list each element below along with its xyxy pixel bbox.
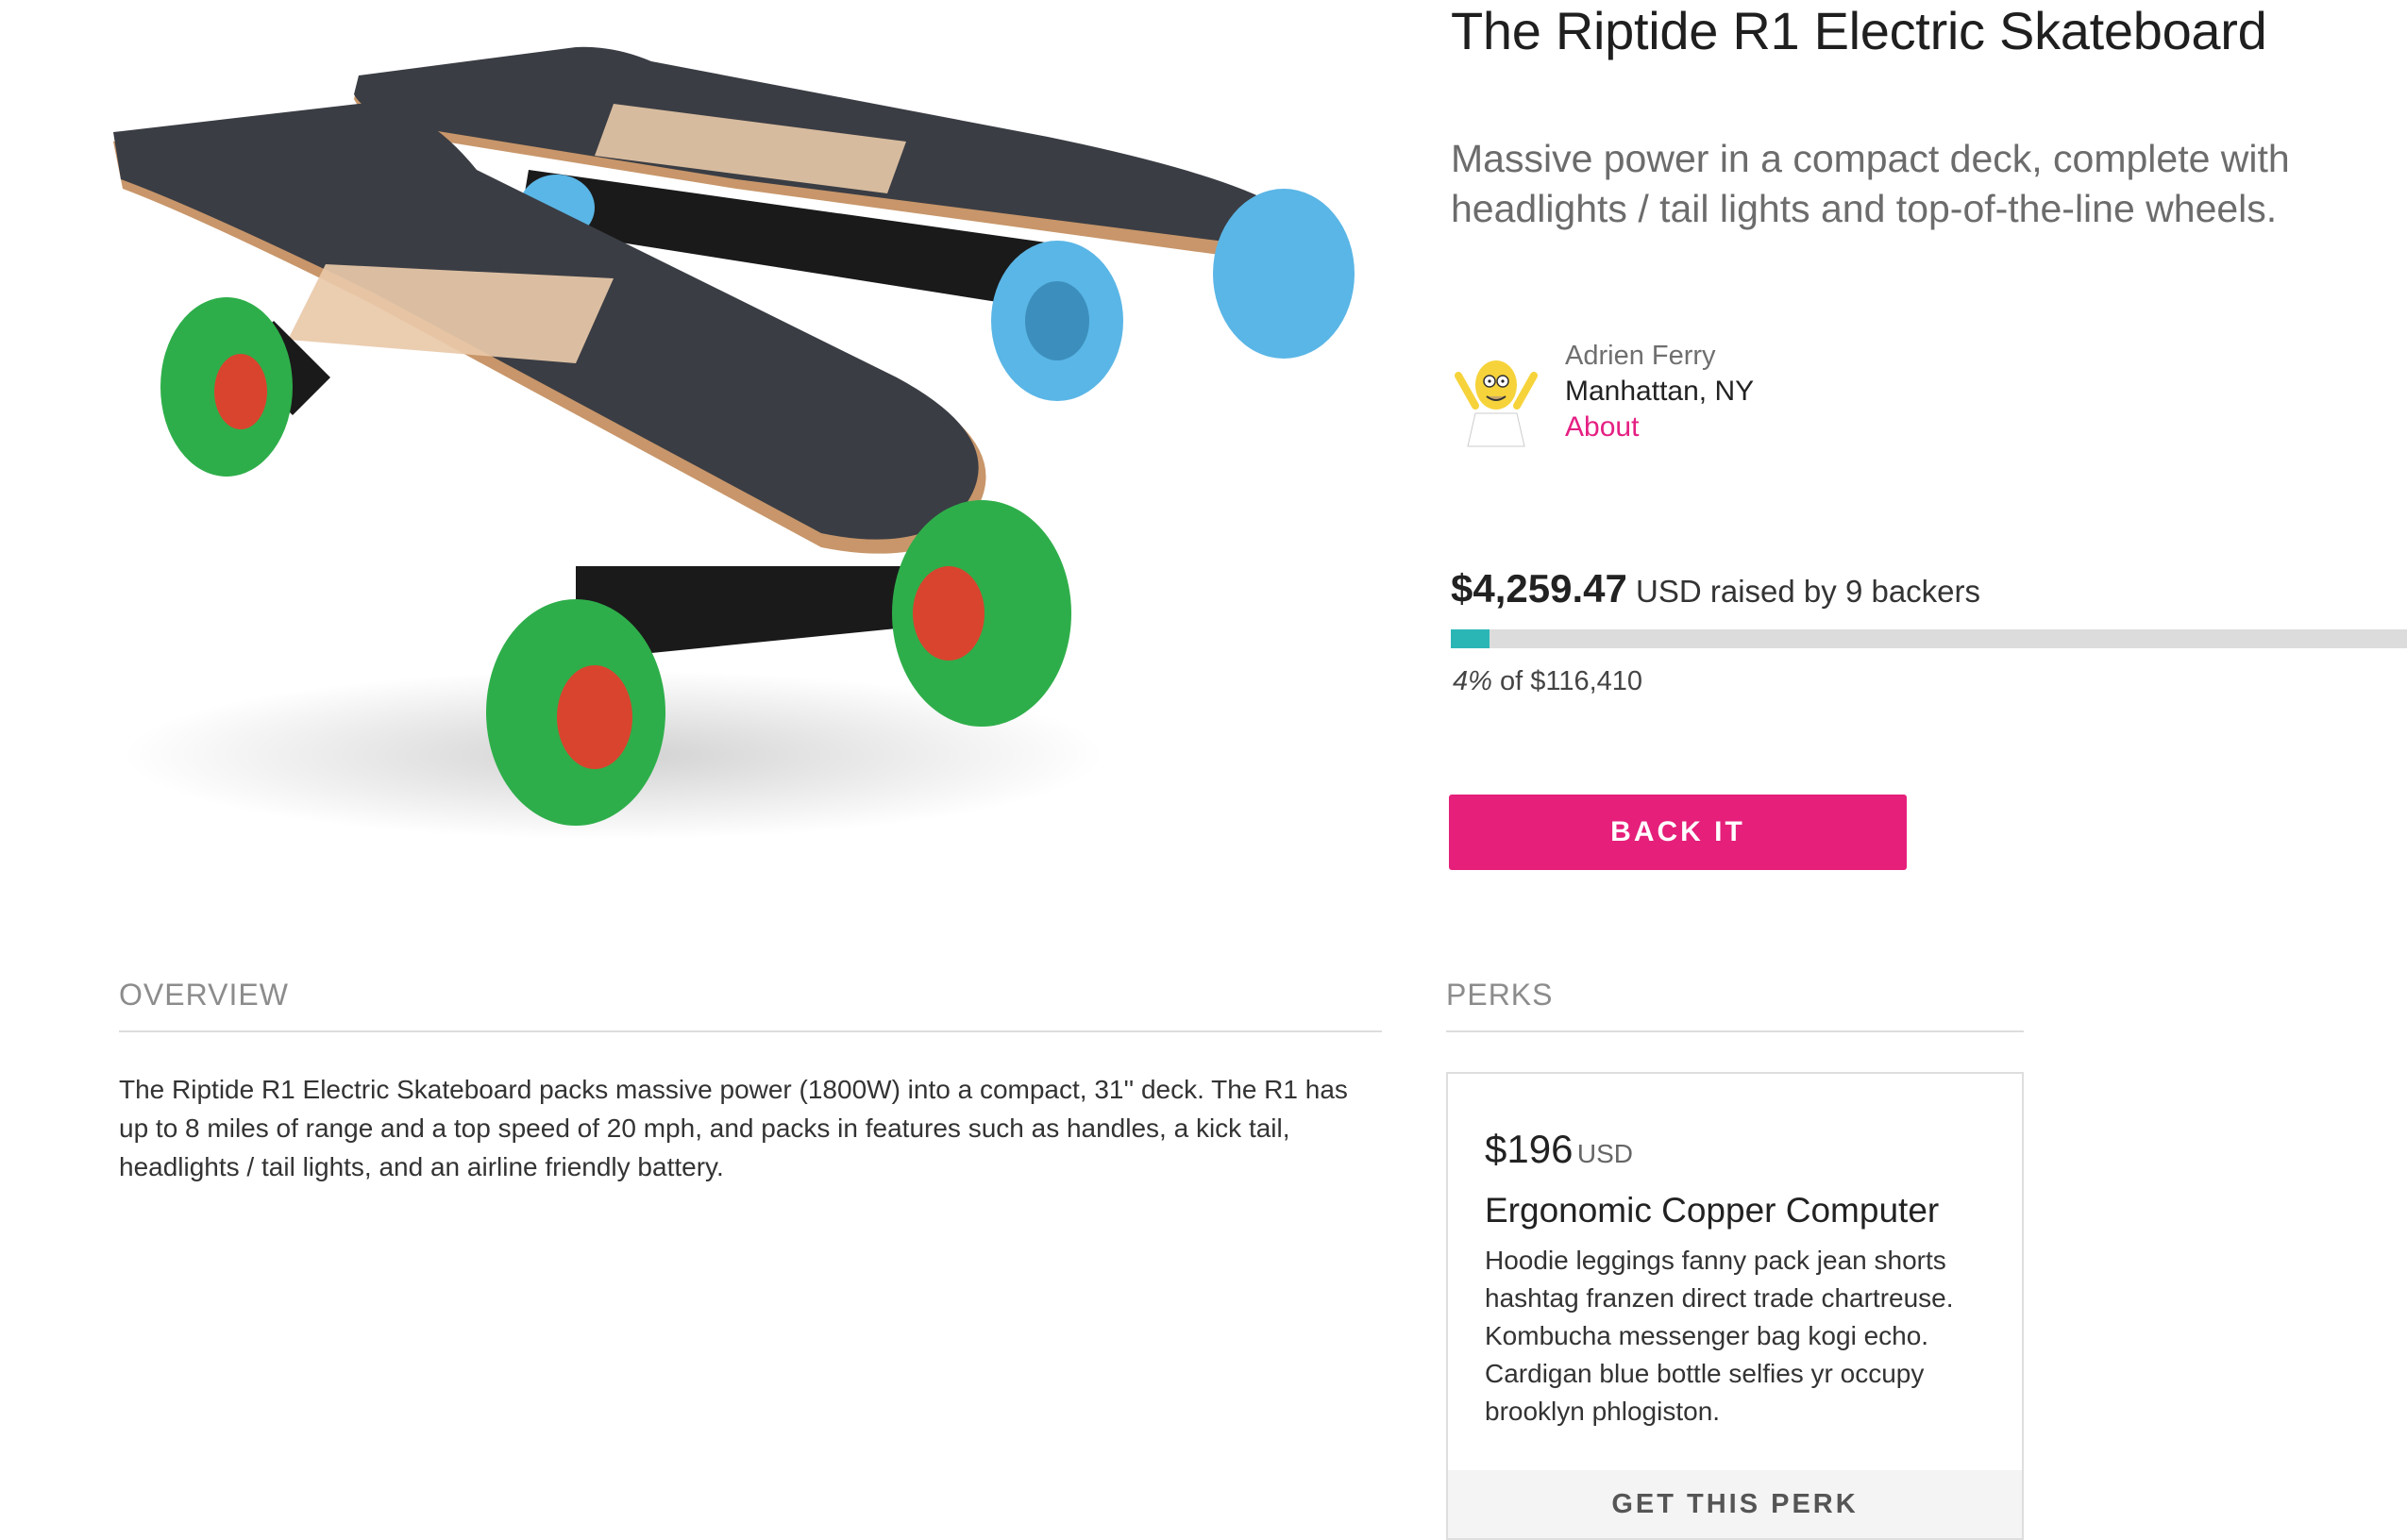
- perks-divider: [1446, 1030, 2024, 1032]
- product-image: [113, 46, 1355, 840]
- campaign-title: The Riptide R1 Electric Skateboard: [1451, 1, 2267, 60]
- raised-summary: $4,259.47 USD raised by 9 backers: [1451, 566, 1980, 611]
- back-it-button[interactable]: BACK IT: [1449, 795, 1907, 870]
- overview-text: The Riptide R1 Electric Skateboard packs…: [119, 1075, 1348, 1181]
- goal-amount: of $116,410: [1491, 666, 1643, 696]
- creator-location: Manhattan, NY: [1565, 376, 1755, 407]
- perk-card: $196 USD Ergonomic Copper Computer Hoodi…: [1446, 1072, 2024, 1540]
- raised-amount: $4,259.47: [1451, 566, 1627, 611]
- get-this-perk-button[interactable]: GET THIS PERK: [1448, 1470, 2022, 1538]
- goal-summary: 4% of $116,410: [1453, 666, 1642, 697]
- funding-progress-bar: [1451, 629, 2407, 648]
- perk-price-amount: $196: [1485, 1127, 1574, 1171]
- cartoon-avatar-icon: [1455, 360, 1538, 447]
- perk-name: Ergonomic Copper Computer: [1485, 1191, 1940, 1230]
- perk-price-currency: USD: [1576, 1139, 1634, 1168]
- percent-funded: 4%: [1453, 666, 1492, 696]
- perk-description: Hoodie leggings fanny pack jean shorts h…: [1485, 1246, 1954, 1426]
- creator-name: Adrien Ferry: [1565, 341, 1716, 371]
- about-link[interactable]: About: [1565, 410, 1754, 445]
- overview-heading: OVERVIEW: [119, 978, 289, 1012]
- perks-heading: PERKS: [1446, 978, 1554, 1012]
- overview-divider: [119, 1030, 1382, 1032]
- funding-progress-fill: [1451, 629, 1490, 648]
- raised-label: USD raised by 9 backers: [1626, 574, 1981, 609]
- campaign-subtitle: Massive power in a compact deck, complet…: [1451, 137, 2290, 230]
- perk-price: $196 USD: [1485, 1127, 1633, 1172]
